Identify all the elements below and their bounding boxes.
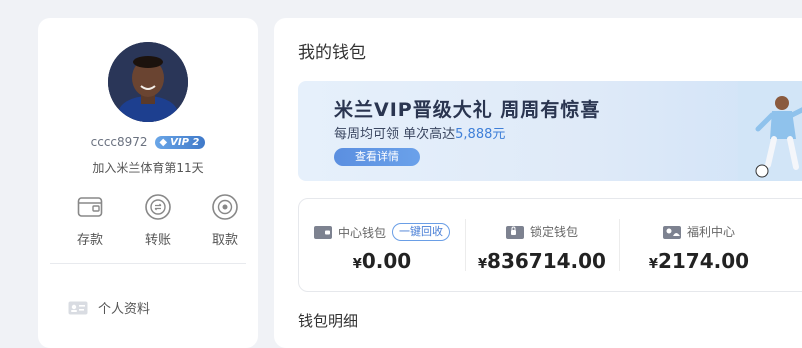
id-card-icon — [68, 301, 88, 314]
page-title: 我的钱包 — [298, 43, 366, 63]
banner-subtitle-text: 每周均可领 单次高达 — [334, 127, 456, 142]
username: cccc8972 — [90, 135, 148, 149]
deposit-button[interactable]: 存款 — [60, 193, 120, 248]
welfare-icon — [662, 225, 681, 239]
transfer-label: 转账 — [144, 233, 171, 248]
deposit-label: 存款 — [76, 233, 103, 248]
quick-actions: 存款 转账 取款 — [48, 193, 248, 263]
locked-wallet-amount: 836714.00 — [487, 249, 606, 273]
welfare-center: 福利中心 ¥2174.00 — [619, 199, 779, 291]
locked-wallet-label: 锁定钱包 — [529, 225, 578, 239]
username-row: cccc8972 ◆ VIP 2 — [38, 135, 258, 149]
center-wallet: 中心钱包 一键回收 ¥0.00 — [299, 199, 465, 291]
welfare-center-label: 福利中心 — [686, 225, 735, 239]
vip-level: VIP 2 — [170, 137, 200, 148]
withdraw-button[interactable]: 取款 — [195, 193, 255, 248]
center-wallet-header: 中心钱包 一键回收 — [299, 223, 465, 241]
diamond-icon: ◆ — [159, 137, 168, 148]
currency-symbol: ¥ — [352, 257, 362, 272]
withdraw-icon — [212, 194, 238, 220]
welfare-center-amount: 2174.00 — [657, 249, 750, 273]
transfer-button[interactable]: 转账 — [128, 193, 188, 248]
currency-symbol: ¥ — [648, 257, 658, 272]
withdraw-label: 取款 — [211, 233, 238, 248]
center-wallet-amount: 0.00 — [361, 249, 412, 273]
locked-wallet-balance: ¥836714.00 — [465, 249, 619, 273]
avatar[interactable] — [108, 42, 188, 122]
center-wallet-label: 中心钱包 — [337, 225, 386, 240]
center-wallet-icon — [313, 225, 332, 239]
banner-amount: 5,888元 — [455, 127, 506, 142]
vip-badge: ◆ VIP 2 — [155, 136, 206, 149]
lock-wallet-icon — [505, 225, 524, 239]
welfare-center-header: 福利中心 — [619, 223, 779, 240]
transfer-icon — [145, 194, 171, 220]
vip-promo-banner[interactable]: 米兰VIP晋级大礼 周周有惊喜 每周均可领 单次高达5,888元 查看详情 — [298, 81, 802, 181]
welfare-center-balance: ¥2174.00 — [619, 249, 779, 273]
locked-wallet: 锁定钱包 ¥836714.00 — [465, 199, 619, 291]
view-details-button[interactable]: 查看详情 — [334, 148, 420, 166]
banner-title: 米兰VIP晋级大礼 周周有惊喜 — [334, 99, 601, 121]
profile-card: cccc8972 ◆ VIP 2 加入米兰体育第11天 存款 转账 取款 个人资… — [38, 18, 258, 348]
locked-wallet-header: 锁定钱包 — [465, 223, 619, 240]
menu-item-personal-info[interactable]: 个人资料 — [68, 298, 150, 317]
center-wallet-balance: ¥0.00 — [299, 249, 465, 273]
personal-info-label: 个人资料 — [98, 302, 151, 317]
currency-symbol: ¥ — [478, 257, 488, 272]
divider — [50, 263, 246, 264]
avatar-photo — [108, 42, 188, 122]
wallet-details-title: 钱包明细 — [298, 312, 359, 330]
membership-days: 加入米兰体育第11天 — [92, 161, 204, 175]
wallet-balances: 中心钱包 一键回收 ¥0.00 锁定钱包 ¥836714.00 福利中心 ¥21… — [298, 198, 802, 292]
one-click-recycle-button[interactable]: 一键回收 — [392, 223, 450, 241]
wallet-card: 我的钱包 米兰VIP晋级大礼 周周有惊喜 每周均可领 单次高达5,888元 查看… — [274, 18, 802, 348]
banner-subtitle: 每周均可领 单次高达5,888元 — [334, 123, 505, 142]
wallet-icon — [77, 197, 103, 217]
player-illustration — [738, 81, 802, 181]
